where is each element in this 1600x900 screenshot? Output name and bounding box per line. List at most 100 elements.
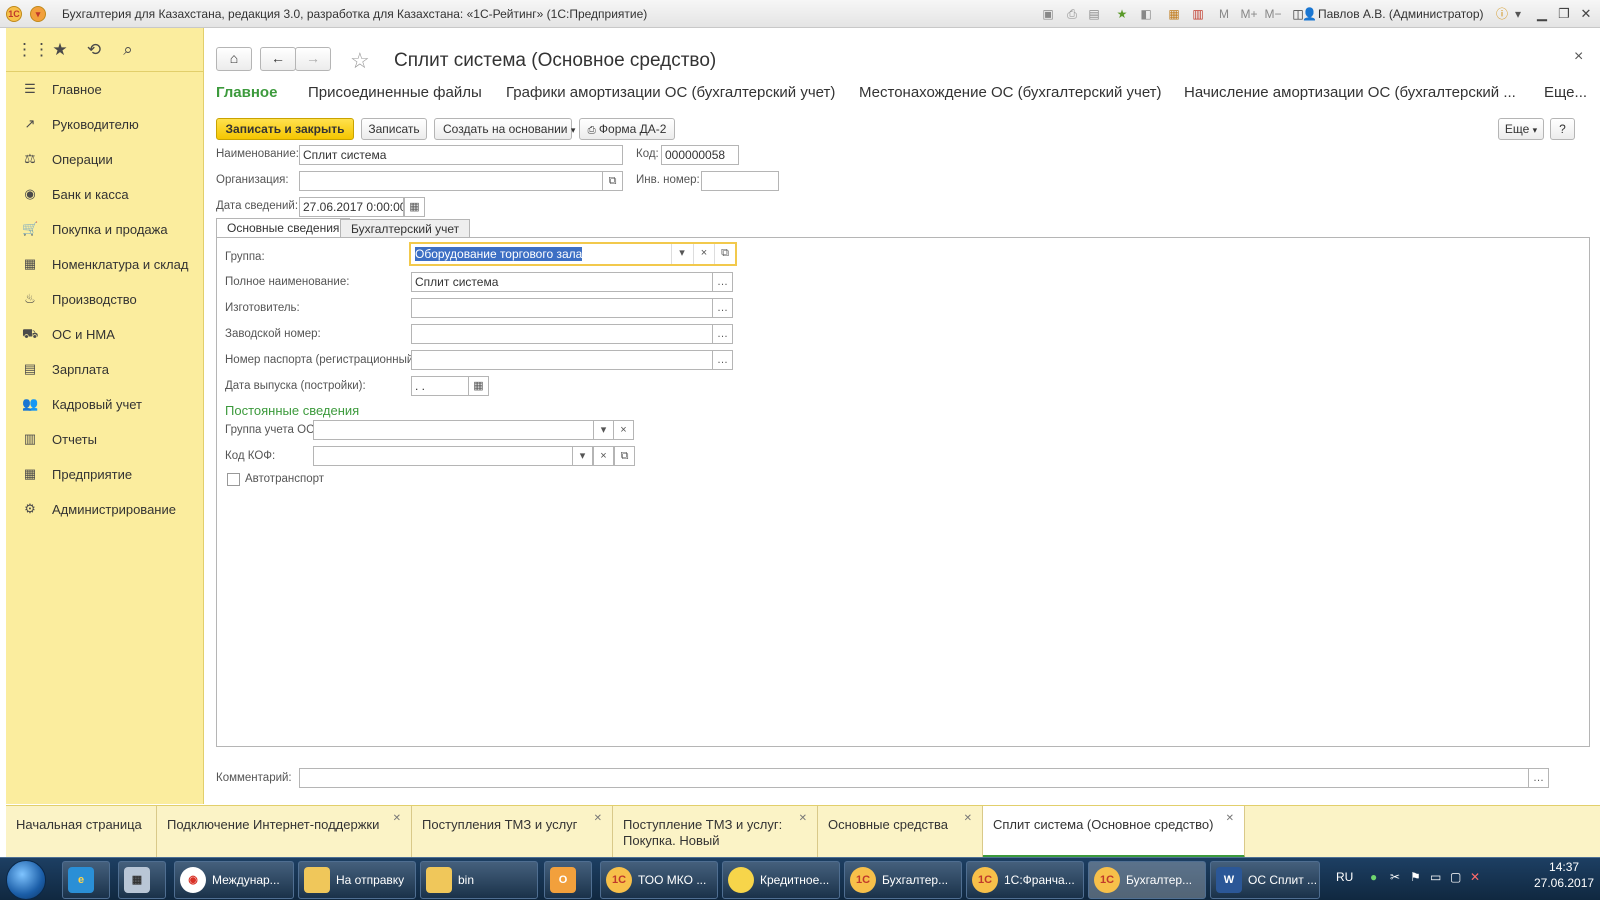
favorite-star-icon[interactable]: ☆ bbox=[350, 48, 370, 74]
taskbar-item-active[interactable]: 1С Бухгалтер... bbox=[1088, 861, 1206, 899]
current-user[interactable]: Павлов А.В. (Администратор) bbox=[1318, 7, 1484, 21]
release-date-input[interactable]: . . bbox=[411, 376, 469, 396]
taskbar-item[interactable]: На отправку bbox=[298, 861, 416, 899]
save-icon[interactable]: ▣ bbox=[1040, 6, 1056, 22]
info-date-input[interactable]: 27.06.2017 0:00:00 bbox=[299, 197, 404, 217]
sidebar-item[interactable]: ◉ Банк и касса bbox=[6, 177, 203, 212]
window-tab[interactable]: Основные средства ✕ bbox=[818, 806, 983, 858]
manufacturer-select-icon[interactable]: … bbox=[712, 298, 733, 318]
organization-input[interactable] bbox=[299, 171, 603, 191]
close-form-icon[interactable]: × bbox=[1574, 48, 1583, 66]
kof-code-input[interactable] bbox=[313, 446, 575, 466]
info-menu-icon[interactable]: ▾ bbox=[1510, 6, 1526, 22]
close-icon[interactable]: ✕ bbox=[799, 811, 807, 827]
tab-accounting[interactable]: Бухгалтерский учет bbox=[340, 219, 471, 239]
memory-plus-icon[interactable]: M+ bbox=[1238, 6, 1260, 22]
release-date-calendar-icon[interactable]: ▦ bbox=[468, 376, 489, 396]
taskbar-item[interactable]: 1С ТОО МКО ... bbox=[600, 861, 718, 899]
volume-muted-icon[interactable]: ✕ bbox=[1470, 870, 1480, 884]
network-user-icon[interactable]: ● bbox=[1370, 870, 1377, 884]
taskbar-item[interactable]: 1С Бухгалтер... bbox=[844, 861, 962, 899]
manufacturer-input[interactable] bbox=[411, 298, 713, 318]
help-button[interactable]: ? bbox=[1550, 118, 1575, 140]
full-name-edit-icon[interactable]: … bbox=[712, 272, 733, 292]
vehicle-checkbox[interactable] bbox=[227, 473, 240, 486]
nav-more[interactable]: Еще... bbox=[1544, 84, 1587, 101]
save-button[interactable]: Записать bbox=[361, 118, 427, 140]
serial-number-edit-icon[interactable]: … bbox=[712, 324, 733, 344]
print-icon[interactable]: ⎙ bbox=[1064, 6, 1080, 22]
window-tab[interactable]: Начальная страница bbox=[6, 806, 157, 858]
sidebar-item[interactable]: ⚖ Операции bbox=[6, 142, 203, 177]
os-group-input[interactable] bbox=[313, 420, 599, 440]
forward-button[interactable]: → bbox=[295, 47, 331, 71]
history-icon[interactable]: ◧ bbox=[1138, 6, 1154, 22]
taskbar-item[interactable]: bin bbox=[420, 861, 538, 899]
calendar-icon[interactable]: ▥ bbox=[1190, 6, 1206, 22]
network-icon[interactable]: ▭ bbox=[1430, 870, 1441, 884]
sidebar-item[interactable]: 👥 Кадровый учет bbox=[6, 387, 203, 422]
history-clock-icon[interactable]: ⟲ bbox=[84, 40, 104, 60]
group-dropdown-icon[interactable]: ▾ bbox=[671, 244, 692, 264]
sidebar-item[interactable]: ⛟ ОС и НМА bbox=[6, 317, 203, 352]
os-group-dropdown-icon[interactable]: ▾ bbox=[593, 420, 614, 440]
flag-icon[interactable]: ⚑ bbox=[1410, 870, 1421, 884]
sidebar-item[interactable]: ⚙ Администрирование bbox=[6, 492, 203, 527]
nav-attached-files[interactable]: Присоединенные файлы bbox=[308, 84, 482, 101]
sidebar-item[interactable]: ↗ Руководителю bbox=[6, 107, 203, 142]
window-tab[interactable]: Поступления ТМЗ и услуг ✕ bbox=[412, 806, 613, 858]
taskbar-item[interactable]: 1С 1С:Франча... bbox=[966, 861, 1084, 899]
close-window-icon[interactable]: ✕ bbox=[1576, 5, 1596, 23]
home-button[interactable]: ⌂ bbox=[216, 47, 252, 71]
clock[interactable]: 14:37 27.06.2017 bbox=[1534, 860, 1594, 890]
sidebar-item[interactable]: 🛒 Покупка и продажа bbox=[6, 212, 203, 247]
window-tab[interactable]: Подключение Интернет-поддержки ✕ bbox=[157, 806, 412, 858]
memory-icon[interactable]: M bbox=[1216, 6, 1232, 22]
calculator-icon[interactable]: ▦ bbox=[1166, 6, 1182, 22]
nav-depreciation[interactable]: Начисление амортизации ОС (бухгалтерский… bbox=[1184, 84, 1516, 101]
search-icon[interactable]: ⌕ bbox=[118, 40, 138, 60]
taskbar-item[interactable]: W ОС Сплит ... bbox=[1210, 861, 1320, 899]
language-indicator[interactable]: RU bbox=[1336, 870, 1353, 884]
sidebar-item[interactable]: ▦ Номенклатура и склад bbox=[6, 247, 203, 282]
sidebar-item[interactable]: ☰ Главное bbox=[6, 72, 203, 107]
nav-main[interactable]: Главное bbox=[216, 84, 277, 101]
calculator-taskbar-icon[interactable]: ▦ bbox=[118, 861, 166, 899]
comment-edit-icon[interactable]: … bbox=[1528, 768, 1549, 788]
close-icon[interactable]: ✕ bbox=[964, 811, 972, 827]
print-form-button[interactable]: ⎙ Форма ДА-2 bbox=[579, 118, 675, 140]
more-button[interactable]: Еще ▾ bbox=[1498, 118, 1544, 140]
window-tab-active[interactable]: Сплит система (Основное средство) ✕ bbox=[983, 806, 1245, 858]
favorites-star-icon[interactable]: ★ bbox=[50, 40, 70, 60]
close-icon[interactable]: ✕ bbox=[594, 811, 602, 827]
name-input[interactable]: Сплит система bbox=[299, 145, 623, 165]
kof-code-open-icon[interactable]: ⧉ bbox=[614, 446, 635, 466]
comment-input[interactable] bbox=[299, 768, 1529, 788]
passport-number-input[interactable] bbox=[411, 350, 713, 370]
memory-minus-icon[interactable]: M− bbox=[1262, 6, 1284, 22]
sidebar-item[interactable]: ▥ Отчеты bbox=[6, 422, 203, 457]
taskbar-item[interactable]: ◉ Междунар... bbox=[174, 861, 294, 899]
outlook-taskbar-icon[interactable]: O bbox=[544, 861, 592, 899]
close-icon[interactable]: ✕ bbox=[393, 811, 401, 827]
code-input[interactable]: 000000058 bbox=[661, 145, 739, 165]
display-icon[interactable]: ▢ bbox=[1450, 870, 1461, 884]
ie-taskbar-icon[interactable]: e bbox=[62, 861, 110, 899]
favorites-icon[interactable]: ★ bbox=[1114, 6, 1130, 22]
full-name-input[interactable]: Сплит система bbox=[411, 272, 713, 292]
save-close-button[interactable]: Записать и закрыть bbox=[216, 118, 354, 140]
group-clear-icon[interactable]: × bbox=[693, 244, 714, 264]
taskbar-item[interactable]: Кредитное... bbox=[722, 861, 840, 899]
back-button[interactable]: ← bbox=[260, 47, 296, 71]
kof-code-dropdown-icon[interactable]: ▾ bbox=[572, 446, 593, 466]
os-group-clear-icon[interactable]: × bbox=[613, 420, 634, 440]
app-logo-icon[interactable]: 1С bbox=[6, 6, 22, 22]
sidebar-item[interactable]: ▦ Предприятие bbox=[6, 457, 203, 492]
open-organization-icon[interactable]: ⧉ bbox=[602, 171, 623, 191]
sidebar-item[interactable]: ♨ Производство bbox=[6, 282, 203, 317]
restore-icon[interactable]: ❐ bbox=[1554, 5, 1574, 23]
all-sections-icon[interactable]: ⋮⋮ bbox=[16, 40, 50, 60]
info-icon[interactable]: ⓘ bbox=[1494, 6, 1510, 22]
calendar-icon[interactable]: ▦ bbox=[404, 197, 425, 217]
close-icon[interactable]: ✕ bbox=[1226, 811, 1234, 827]
